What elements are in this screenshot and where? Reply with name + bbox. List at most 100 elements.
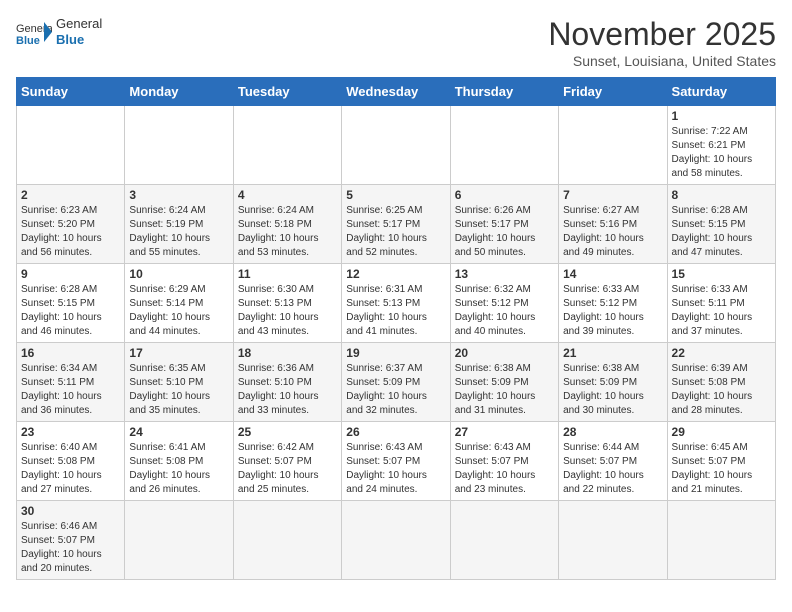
day-info: Sunrise: 6:24 AM Sunset: 5:18 PM Dayligh… bbox=[238, 204, 337, 260]
day-info: Sunrise: 6:43 AM Sunset: 5:07 PM Dayligh… bbox=[346, 441, 445, 497]
day-info: Sunrise: 6:43 AM Sunset: 5:07 PM Dayligh… bbox=[455, 441, 554, 497]
day-info: Sunrise: 6:45 AM Sunset: 5:07 PM Dayligh… bbox=[672, 441, 771, 497]
day-number: 6 bbox=[455, 188, 554, 202]
day-number: 27 bbox=[455, 425, 554, 439]
calendar-cell bbox=[450, 106, 558, 185]
day-number: 2 bbox=[21, 188, 120, 202]
day-number: 8 bbox=[672, 188, 771, 202]
calendar-cell bbox=[450, 501, 558, 580]
header-sunday: Sunday bbox=[17, 78, 125, 106]
calendar-cell: 4Sunrise: 6:24 AM Sunset: 5:18 PM Daylig… bbox=[233, 185, 341, 264]
day-number: 21 bbox=[563, 346, 662, 360]
day-info: Sunrise: 6:33 AM Sunset: 5:11 PM Dayligh… bbox=[672, 283, 771, 339]
day-number: 18 bbox=[238, 346, 337, 360]
day-info: Sunrise: 6:41 AM Sunset: 5:08 PM Dayligh… bbox=[129, 441, 228, 497]
logo-blue: Blue bbox=[56, 32, 102, 48]
calendar-cell: 25 Sunrise: 6:42 AM Sunset: 5:07 PM Dayli… bbox=[233, 422, 341, 501]
calendar-cell: 6 Sunrise: 6:26 AM Sunset: 5:17 PM Daylig… bbox=[450, 185, 558, 264]
day-info: Sunrise: 6:25 AM Sunset: 5:17 PM Dayligh… bbox=[346, 204, 445, 260]
calendar-cell: 26 Sunrise: 6:43 AM Sunset: 5:07 PM Dayli… bbox=[342, 422, 450, 501]
day-info: Sunrise: 6:23 AM Sunset: 5:20 PM Dayligh… bbox=[21, 204, 120, 260]
day-number: 3 bbox=[129, 188, 228, 202]
day-number: 24 bbox=[129, 425, 228, 439]
day-number: 13 bbox=[455, 267, 554, 281]
day-info: Sunrise: 7:22 AM Sunset: 6:21 PM Dayligh… bbox=[672, 125, 771, 181]
calendar-cell: 24 Sunrise: 6:41 AM Sunset: 5:08 PM Dayli… bbox=[125, 422, 233, 501]
calendar-cell: 27 Sunrise: 6:43 AM Sunset: 5:07 PM Dayli… bbox=[450, 422, 558, 501]
day-number: 22 bbox=[672, 346, 771, 360]
calendar-cell bbox=[559, 106, 667, 185]
day-info: Sunrise: 6:26 AM Sunset: 5:17 PM Dayligh… bbox=[455, 204, 554, 260]
calendar-cell bbox=[233, 106, 341, 185]
header-tuesday: Tuesday bbox=[233, 78, 341, 106]
day-number: 11 bbox=[238, 267, 337, 281]
day-info: Sunrise: 6:38 AM Sunset: 5:09 PM Dayligh… bbox=[563, 362, 662, 418]
day-info: Sunrise: 6:24 AM Sunset: 5:19 PM Dayligh… bbox=[129, 204, 228, 260]
day-number: 29 bbox=[672, 425, 771, 439]
calendar-cell: 15 Sunrise: 6:33 AM Sunset: 5:11 PM Dayli… bbox=[667, 264, 775, 343]
calendar-cell: 29 Sunrise: 6:45 AM Sunset: 5:07 PM Dayli… bbox=[667, 422, 775, 501]
day-number: 26 bbox=[346, 425, 445, 439]
calendar-cell: 30 Sunrise: 6:46 AM Sunset: 5:07 PM Dayli… bbox=[17, 501, 125, 580]
day-number: 25 bbox=[238, 425, 337, 439]
calendar-week-2: 2 Sunrise: 6:23 AM Sunset: 5:20 PM Daylig… bbox=[17, 185, 776, 264]
day-info: Sunrise: 6:35 AM Sunset: 5:10 PM Dayligh… bbox=[129, 362, 228, 418]
day-number: 20 bbox=[455, 346, 554, 360]
day-number: 23 bbox=[21, 425, 120, 439]
calendar-cell: 14 Sunrise: 6:33 AM Sunset: 5:12 PM Dayli… bbox=[559, 264, 667, 343]
title-section: November 2025 Sunset, Louisiana, United … bbox=[548, 16, 776, 69]
calendar-week-5: 23 Sunrise: 6:40 AM Sunset: 5:08 PM Dayli… bbox=[17, 422, 776, 501]
day-number: 12 bbox=[346, 267, 445, 281]
day-number: 16 bbox=[21, 346, 120, 360]
calendar-cell bbox=[667, 501, 775, 580]
header-wednesday: Wednesday bbox=[342, 78, 450, 106]
day-info: Sunrise: 6:40 AM Sunset: 5:08 PM Dayligh… bbox=[21, 441, 120, 497]
day-info: Sunrise: 6:31 AM Sunset: 5:13 PM Dayligh… bbox=[346, 283, 445, 339]
day-number: 10 bbox=[129, 267, 228, 281]
calendar-cell: 10Sunrise: 6:29 AM Sunset: 5:14 PM Dayli… bbox=[125, 264, 233, 343]
day-number: 15 bbox=[672, 267, 771, 281]
calendar-cell: 16Sunrise: 6:34 AM Sunset: 5:11 PM Dayli… bbox=[17, 343, 125, 422]
calendar-cell: 3 Sunrise: 6:24 AM Sunset: 5:19 PM Daylig… bbox=[125, 185, 233, 264]
calendar-cell bbox=[559, 501, 667, 580]
month-title: November 2025 bbox=[548, 16, 776, 53]
day-number: 28 bbox=[563, 425, 662, 439]
day-number: 7 bbox=[563, 188, 662, 202]
calendar-cell: 18Sunrise: 6:36 AM Sunset: 5:10 PM Dayli… bbox=[233, 343, 341, 422]
day-info: Sunrise: 6:33 AM Sunset: 5:12 PM Dayligh… bbox=[563, 283, 662, 339]
day-info: Sunrise: 6:30 AM Sunset: 5:13 PM Dayligh… bbox=[238, 283, 337, 339]
day-info: Sunrise: 6:28 AM Sunset: 5:15 PM Dayligh… bbox=[21, 283, 120, 339]
calendar-week-1: 1 Sunrise: 7:22 AM Sunset: 6:21 PM Daylig… bbox=[17, 106, 776, 185]
calendar-cell: 20 Sunrise: 6:38 AM Sunset: 5:09 PM Dayli… bbox=[450, 343, 558, 422]
day-info: Sunrise: 6:38 AM Sunset: 5:09 PM Dayligh… bbox=[455, 362, 554, 418]
calendar-cell: 7 Sunrise: 6:27 AM Sunset: 5:16 PM Daylig… bbox=[559, 185, 667, 264]
day-number: 9 bbox=[21, 267, 120, 281]
calendar-week-3: 9 Sunrise: 6:28 AM Sunset: 5:15 PM Daylig… bbox=[17, 264, 776, 343]
day-info: Sunrise: 6:27 AM Sunset: 5:16 PM Dayligh… bbox=[563, 204, 662, 260]
header-thursday: Thursday bbox=[450, 78, 558, 106]
day-info: Sunrise: 6:37 AM Sunset: 5:09 PM Dayligh… bbox=[346, 362, 445, 418]
calendar-cell bbox=[17, 106, 125, 185]
day-number: 19 bbox=[346, 346, 445, 360]
day-number: 14 bbox=[563, 267, 662, 281]
calendar-cell: 17Sunrise: 6:35 AM Sunset: 5:10 PM Dayli… bbox=[125, 343, 233, 422]
calendar-cell: 22 Sunrise: 6:39 AM Sunset: 5:08 PM Dayli… bbox=[667, 343, 775, 422]
calendar-cell bbox=[233, 501, 341, 580]
calendar-cell: 12 Sunrise: 6:31 AM Sunset: 5:13 PM Dayli… bbox=[342, 264, 450, 343]
location-subtitle: Sunset, Louisiana, United States bbox=[548, 53, 776, 69]
calendar-cell: 21 Sunrise: 6:38 AM Sunset: 5:09 PM Dayli… bbox=[559, 343, 667, 422]
calendar-cell: 2 Sunrise: 6:23 AM Sunset: 5:20 PM Daylig… bbox=[17, 185, 125, 264]
logo: General Blue General Blue bbox=[16, 16, 102, 47]
day-number: 1 bbox=[672, 109, 771, 123]
day-info: Sunrise: 6:42 AM Sunset: 5:07 PM Dayligh… bbox=[238, 441, 337, 497]
calendar-cell: 9 Sunrise: 6:28 AM Sunset: 5:15 PM Daylig… bbox=[17, 264, 125, 343]
day-info: Sunrise: 6:39 AM Sunset: 5:08 PM Dayligh… bbox=[672, 362, 771, 418]
calendar-cell: 13Sunrise: 6:32 AM Sunset: 5:12 PM Dayli… bbox=[450, 264, 558, 343]
calendar-week-4: 16Sunrise: 6:34 AM Sunset: 5:11 PM Dayli… bbox=[17, 343, 776, 422]
header-saturday: Saturday bbox=[667, 78, 775, 106]
day-info: Sunrise: 6:46 AM Sunset: 5:07 PM Dayligh… bbox=[21, 520, 120, 576]
day-number: 30 bbox=[21, 504, 120, 518]
calendar-cell bbox=[342, 501, 450, 580]
calendar-cell: 28Sunrise: 6:44 AM Sunset: 5:07 PM Dayli… bbox=[559, 422, 667, 501]
header-monday: Monday bbox=[125, 78, 233, 106]
